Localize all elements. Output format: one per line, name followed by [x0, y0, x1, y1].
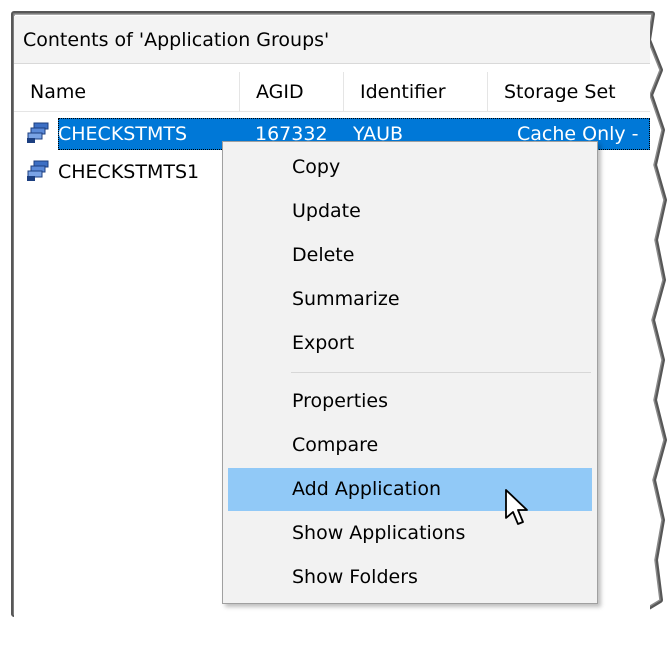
menu-item-export[interactable]: Export	[228, 322, 592, 365]
menu-item-add-application[interactable]: Add Application	[228, 468, 592, 511]
menu-item-properties[interactable]: Properties	[228, 380, 592, 423]
column-header-identifier[interactable]: Identifier	[344, 72, 488, 112]
column-header-storage-set[interactable]: Storage Set	[488, 72, 650, 112]
menu-item-show-folders[interactable]: Show Folders	[228, 556, 592, 599]
column-header-row: Name AGID Identifier Storage Set	[14, 72, 650, 112]
screenshot-frame: Contents of 'Application Groups' Name AG…	[0, 0, 667, 656]
menu-item-show-applications[interactable]: Show Applications	[228, 512, 592, 555]
application-group-icon	[27, 160, 49, 181]
menu-item-compare[interactable]: Compare	[228, 424, 592, 467]
menu-item-update[interactable]: Update	[228, 190, 592, 233]
menu-item-delete[interactable]: Delete	[228, 234, 592, 277]
context-menu: Copy Update Delete Summarize Export Prop…	[222, 141, 598, 604]
column-header-agid[interactable]: AGID	[240, 72, 344, 112]
row-name: CHECKSTMTS	[58, 123, 188, 145]
pane-title: Contents of 'Application Groups'	[14, 16, 650, 64]
menu-separator	[291, 372, 591, 373]
row-name: CHECKSTMTS1	[58, 161, 200, 183]
menu-item-copy[interactable]: Copy	[228, 146, 592, 189]
application-group-icon	[27, 122, 49, 143]
mouse-pointer-icon	[505, 489, 528, 525]
menu-item-summarize[interactable]: Summarize	[228, 278, 592, 321]
column-header-name[interactable]: Name	[14, 72, 240, 112]
